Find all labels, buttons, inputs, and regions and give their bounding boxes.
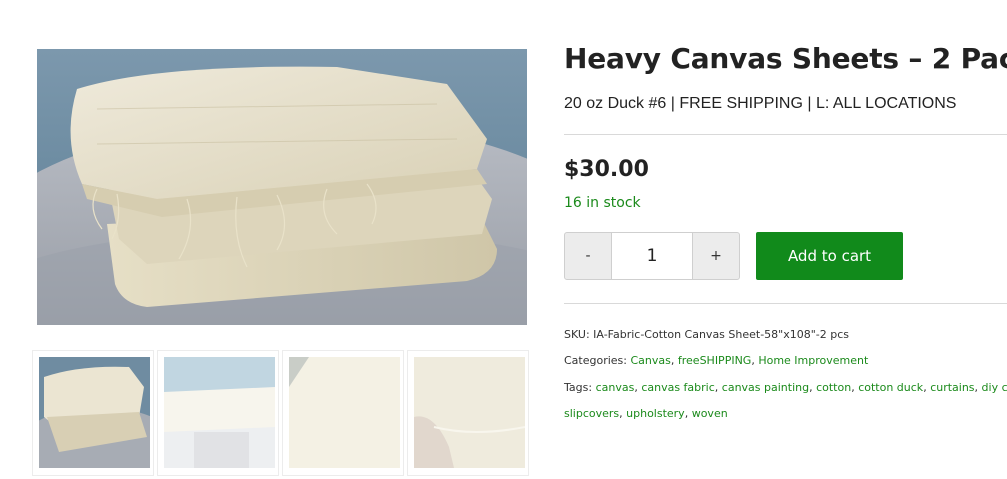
sku-label: SKU: [564,328,590,341]
tag-link[interactable]: cotton [816,381,851,394]
product-subtitle: 20 oz Duck #6 | FREE SHIPPING | L: ALL L… [564,95,957,112]
tag-link[interactable]: curtains [930,381,974,394]
tag-link[interactable]: canvas painting [722,381,809,394]
tag-link[interactable]: slipcovers [564,407,619,420]
category-link[interactable]: Canvas [631,354,671,367]
categories-label: Categories: [564,354,627,367]
tags-row-continued: slipcovers, upholstery, woven [564,407,728,420]
thumbnail-3[interactable] [282,350,404,476]
product-price: $30.00 [564,157,649,182]
categories-row: Categories: Canvas, freeSHIPPING, Home I… [564,354,869,367]
canvas-stack-image [37,49,527,325]
canvas-rolls-thumb-image [164,357,275,468]
category-link[interactable]: freeSHIPPING [678,354,751,367]
quantity-increase-button[interactable]: + [692,232,740,280]
sku-value: IA-Fabric-Cotton Canvas Sheet-58"x108"-2… [593,328,850,341]
quantity-stepper: - + [564,232,740,280]
tags-row: Tags: canvas, canvas fabric, canvas pain… [564,381,1007,394]
thumbnail-2[interactable] [157,350,279,476]
quantity-input[interactable] [611,232,693,280]
folded-canvas-thumb-image [39,357,150,468]
tag-link[interactable]: upholstery [626,407,685,420]
product-title: Heavy Canvas Sheets – 2 Pack [564,42,1007,75]
sku-row: SKU: IA-Fabric-Cotton Canvas Sheet-58"x1… [564,328,849,341]
tag-link[interactable]: diy canvas [982,381,1007,394]
add-to-cart-button[interactable]: Add to cart [756,232,903,280]
thumbnail-1[interactable] [32,350,154,476]
stock-status: 16 in stock [564,195,641,211]
thumbnail-strip [32,350,532,476]
category-link[interactable]: Home Improvement [758,354,868,367]
tag-link[interactable]: canvas [596,381,635,394]
tag-link[interactable]: woven [692,407,728,420]
tags-label: Tags: [564,381,593,394]
thumbnail-4[interactable] [407,350,529,476]
tag-link[interactable]: canvas fabric [641,381,714,394]
quantity-decrease-button[interactable]: - [564,232,612,280]
canvas-edge-thumb-image [414,357,525,468]
canvas-sheet-thumb-image [289,357,400,468]
divider [564,134,1007,135]
product-main-image[interactable] [37,49,527,325]
divider [564,303,1007,304]
tag-link[interactable]: cotton duck [858,381,923,394]
